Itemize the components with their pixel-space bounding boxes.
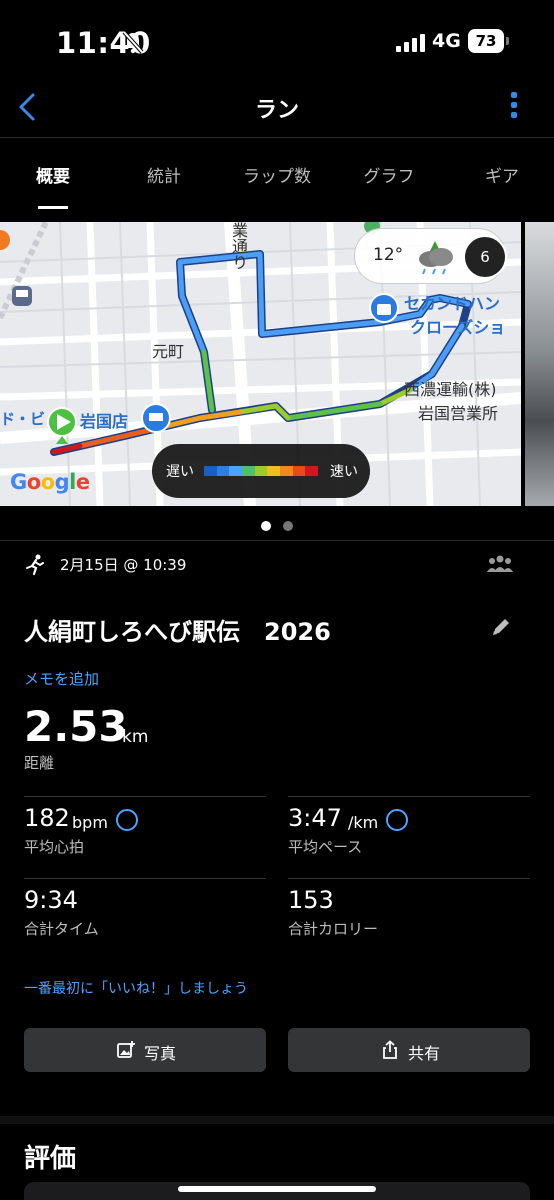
tab-overview[interactable]: 概要 [36, 162, 70, 187]
battery-icon: 73 [468, 29, 510, 53]
battery-level: 73 [468, 29, 504, 53]
signal-icon [396, 34, 425, 52]
share-button[interactable]: 共有 [288, 1028, 530, 1072]
add-photo-icon [117, 1041, 135, 1058]
map-label-store1: 岩国店 [80, 412, 129, 431]
tab-bar: 概要 統計 ラップ数 グラフ ギア [0, 138, 554, 214]
legend-color-swatch [204, 466, 217, 476]
pulse-icon [386, 809, 408, 831]
distance-value: 2.53 [24, 702, 128, 751]
activity-title: 人絹町しろへび駅伝 2026 [24, 618, 331, 646]
map-label-motomachi: 元町 [152, 342, 185, 361]
weather-widget: 12° 6 [354, 228, 507, 284]
rain-cloud-icon [419, 241, 453, 275]
pace-label: 平均ペース [288, 838, 363, 856]
pager-dot[interactable] [283, 521, 293, 531]
pulse-icon [116, 809, 138, 831]
photo-preview[interactable] [525, 222, 554, 506]
map-label-store1-prefix: ド・ビ [0, 410, 46, 428]
tab-gear[interactable]: ギア [485, 162, 519, 187]
heart-rate-label: 平均心拍 [24, 838, 85, 856]
legend-color-scale [204, 466, 319, 476]
legend-color-swatch [292, 466, 306, 476]
map-label-street: 業通り [229, 222, 248, 270]
tab-laps[interactable]: ラップ数 [243, 162, 311, 187]
pace-unit: /km [348, 813, 379, 832]
runner-icon [26, 554, 44, 576]
status-bar: 11:40 4G 73 [0, 0, 554, 84]
legend-color-swatch [229, 466, 243, 476]
photo-button-label: 写真 [144, 1044, 177, 1063]
rating-title: 評価 [24, 1144, 77, 1174]
network-type: 4G [432, 30, 461, 52]
divider [0, 540, 554, 541]
group-icon[interactable] [486, 554, 514, 574]
legend-color-swatch [280, 466, 293, 476]
pace-legend: 遅い 速い [152, 444, 370, 498]
bell-slash-icon [122, 30, 144, 54]
divider [288, 796, 530, 797]
legend-color-swatch [305, 466, 319, 476]
section-divider [0, 1116, 554, 1124]
divider [24, 796, 266, 797]
heart-rate-unit: bpm [72, 813, 108, 832]
more-options-icon[interactable] [508, 92, 520, 124]
legend-color-swatch [242, 466, 255, 476]
calories-label: 合計カロリー [288, 920, 379, 938]
distance-label: 距離 [24, 754, 55, 772]
active-tab-indicator [38, 206, 68, 209]
calories-value: 153 [288, 886, 334, 914]
share-icon [383, 1040, 397, 1059]
tab-stats[interactable]: 統計 [147, 162, 181, 187]
map-label-second-hand-1: セカンドハン [404, 294, 501, 313]
edit-pencil-icon[interactable] [490, 616, 512, 638]
pager-dot-active[interactable] [261, 521, 271, 531]
like-prompt-link[interactable]: 一番最初に「いいね！」しましょう [24, 978, 248, 998]
divider [24, 878, 266, 879]
page-title: ラン [254, 98, 299, 123]
add-memo-link[interactable]: メモを追加 [24, 668, 99, 689]
legend-color-swatch [254, 466, 268, 476]
carousel-pager [0, 516, 554, 531]
map-label-company-1: 西濃運輸(株) [404, 380, 497, 399]
photo-button[interactable]: 写真 [24, 1028, 266, 1072]
heart-rate-value: 182 [24, 804, 70, 832]
weather-temp: 12° [373, 245, 404, 265]
distance-unit: km [122, 727, 149, 747]
tab-graph[interactable]: グラフ [364, 162, 415, 187]
map-label-second-hand-2: クローズショ [410, 318, 506, 337]
share-button-label: 共有 [408, 1044, 441, 1063]
activity-date: 2月15日 @ 10:39 [60, 556, 187, 574]
home-indicator[interactable] [178, 1186, 376, 1192]
route-map[interactable]: 業通り 元町 ド・ビ 岩国店 セカンドハン クローズショ 西濃運輸(株) 岩国営… [0, 222, 521, 506]
pace-value: 3:47 [288, 804, 342, 832]
total-time-label: 合計タイム [24, 920, 99, 938]
nav-header: ラン [0, 84, 554, 138]
wind-speed: 6 [480, 248, 490, 266]
google-logo: Google [10, 470, 90, 494]
map-label-company-2: 岩国営業所 [418, 404, 499, 423]
legend-fast: 速い [330, 464, 358, 480]
legend-slow: 遅い [166, 464, 194, 480]
wind-dial: 6 [463, 235, 507, 279]
total-time-value: 9:34 [24, 886, 78, 914]
legend-color-swatch [267, 466, 281, 476]
divider [288, 878, 530, 879]
legend-color-swatch [216, 466, 230, 476]
